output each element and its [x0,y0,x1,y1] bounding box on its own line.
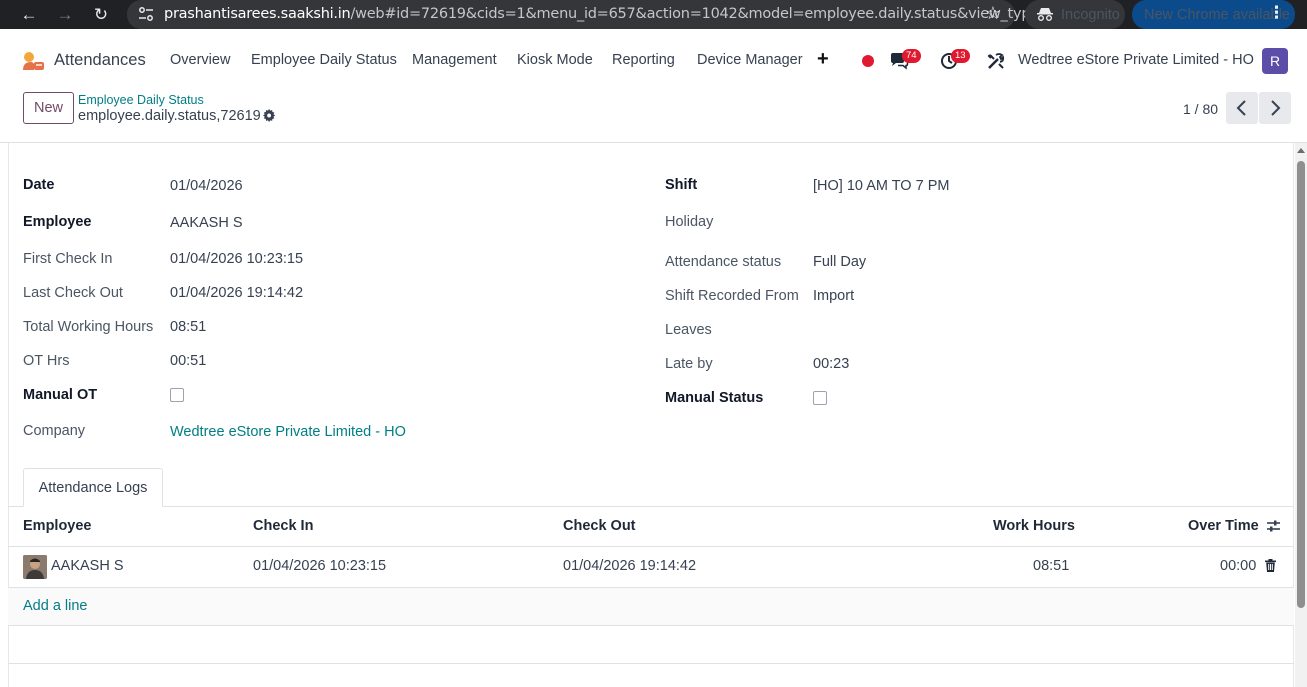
breadcrumb-parent[interactable]: Employee Daily Status [78,93,204,107]
row-check-in[interactable]: 01/04/2026 10:23:15 [253,558,386,574]
column-check-out[interactable]: Check Out [563,518,636,534]
field-label-manual-ot: Manual OT [23,387,98,403]
field-last-check-out[interactable]: 01/04/2026 19:14:42 [170,285,303,301]
tools-icon[interactable] [987,52,1005,70]
manual-status-checkbox[interactable] [813,391,827,405]
field-late-by[interactable]: 00:23 [813,356,849,372]
field-employee[interactable]: AAKASH S [170,215,243,231]
field-shift-recorded-from[interactable]: Import [813,288,854,304]
column-over-time[interactable]: Over Time [1188,518,1259,534]
company-switcher[interactable]: Wedtree eStore Private Limited - HO [1018,52,1254,68]
table-bottom-divider [8,625,1294,626]
form-scrollbar[interactable] [1295,143,1307,687]
field-label-manual-status: Manual Status [665,390,764,406]
tab-divider [8,506,1294,507]
field-label-shift: Shift [665,177,698,193]
field-label-shift-recorded-from: Shift Recorded From [665,288,799,304]
field-label-holiday: Holiday [665,214,714,230]
pager-previous-button[interactable] [1226,92,1258,124]
back-arrow-icon[interactable]: ← [18,4,40,26]
record-title: employee.daily.status,72619 [78,108,261,124]
url-text: prashantisarees.saakshi.in/web#id=72619&… [164,6,1084,22]
field-label-employee: Employee [23,214,92,230]
row-check-out[interactable]: 01/04/2026 19:14:42 [563,558,696,574]
field-shift[interactable]: [HO] 10 AM TO 7 PM [813,178,949,194]
manual-ot-checkbox[interactable] [170,388,184,402]
forward-arrow-icon[interactable]: → [54,4,76,26]
new-chrome-available-button[interactable]: New Chrome available ⋮ [1132,0,1295,29]
field-label-company: Company [23,423,86,439]
incognito-icon [1037,8,1053,21]
row-employee[interactable]: AAKASH S [51,558,124,574]
incognito-label: Incognito [1061,7,1120,23]
field-company[interactable]: Wedtree eStore Private Limited - HO [170,424,406,440]
menu-device-manager[interactable]: Device Manager [697,52,803,68]
menu-management[interactable]: Management [412,52,497,68]
reload-icon[interactable]: ↻ [90,4,112,26]
user-avatar[interactable]: R [1262,48,1288,74]
pager-next-button[interactable] [1259,92,1291,124]
scrollbar-thumb[interactable] [1297,161,1305,608]
gear-icon[interactable] [263,109,276,122]
field-label-total-working-hours: Total Working Hours [23,319,154,335]
field-label-date: Date [23,177,55,193]
table-footer-divider [8,663,1294,664]
activities-badge: 13 [951,49,970,63]
add-a-line-link[interactable]: Add a line [23,598,88,614]
chevron-left-icon [1236,100,1246,116]
field-total-working-hours[interactable]: 08:51 [170,319,206,335]
header-divider [8,546,1294,547]
person-photo-icon [23,555,47,579]
new-button[interactable]: New [23,92,74,124]
field-label-ot-hrs: OT Hrs [23,353,70,369]
row-over-time[interactable]: 00:00 [1220,558,1256,574]
field-label-late-by: Late by [665,356,713,372]
scroll-up-arrow-icon[interactable] [1297,148,1305,153]
bookmark-star-icon[interactable]: ☆ [985,3,1001,24]
menu-kiosk-mode[interactable]: Kiosk Mode [517,52,593,68]
menu-employee-daily-status[interactable]: Employee Daily Status [251,52,397,68]
kebab-menu-icon[interactable]: ⋮ [1268,3,1285,23]
field-ot-hrs[interactable]: 00:51 [170,353,206,369]
add-line-row [8,588,1294,625]
menu-overview[interactable]: Overview [170,52,230,68]
field-attendance-status[interactable]: Full Day [813,254,866,270]
address-bar[interactable]: prashantisarees.saakshi.in/web#id=72619&… [127,0,1084,29]
field-label-first-check-in: First Check In [23,251,113,267]
column-work-hours[interactable]: Work Hours [993,518,1075,534]
column-employee[interactable]: Employee [23,518,92,534]
tab-attendance-logs[interactable]: Attendance Logs [23,468,163,507]
site-settings-icon[interactable] [137,5,155,23]
incognito-indicator[interactable]: Incognito [1025,0,1125,29]
browser-toolbar: ← → ↻ prashantisarees.saakshi.in/web#id=… [0,0,1307,29]
messages-badge: 74 [902,49,921,63]
trash-icon[interactable] [1265,559,1276,572]
plus-icon[interactable]: + [817,48,829,71]
optional-columns-icon[interactable] [1266,519,1281,533]
field-first-check-in[interactable]: 01/04/2026 10:23:15 [170,251,303,267]
field-label-attendance-status: Attendance status [665,254,782,270]
url-host: prashantisarees.saakshi.in [164,6,351,22]
row-work-hours[interactable]: 08:51 [1033,558,1069,574]
field-label-leaves: Leaves [665,322,712,338]
employee-avatar [23,555,47,579]
field-date[interactable]: 01/04/2026 [170,178,243,194]
pager-value[interactable]: 1 / 80 [1183,101,1218,117]
app-name[interactable]: Attendances [54,51,146,70]
url-path: /web#id=72619&cids=1&menu_id=657&action=… [350,6,1084,22]
chevron-right-icon [1271,100,1281,116]
menu-reporting[interactable]: Reporting [612,52,675,68]
attendances-app-icon[interactable] [21,50,45,72]
recording-dot-icon[interactable] [862,55,874,67]
field-label-last-check-out: Last Check Out [23,285,123,301]
column-check-in[interactable]: Check In [253,518,313,534]
